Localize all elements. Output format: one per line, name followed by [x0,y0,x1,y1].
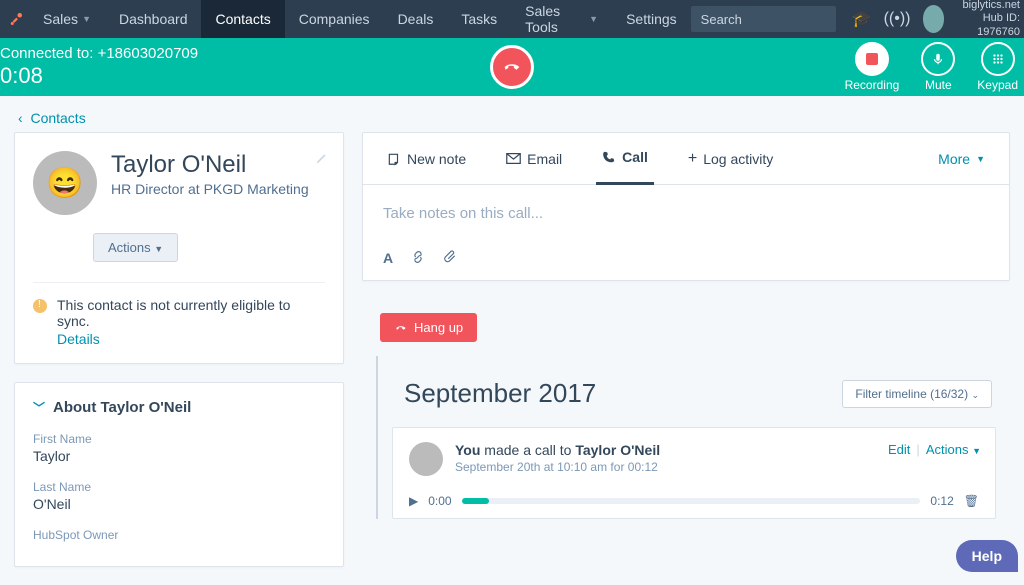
tab-call[interactable]: Call [596,133,654,185]
timeline-entry-meta: September 20th at 10:10 am for 00:12 [455,460,660,474]
filter-timeline-dropdown[interactable]: Filter timeline (16/32) ⌄ [842,380,992,408]
nav-dashboard[interactable]: Dashboard [105,0,202,38]
user-avatar[interactable] [923,5,945,33]
phone-hangup-icon [501,56,523,78]
top-nav: Sales▼ Dashboard Contacts Companies Deal… [0,0,1024,38]
call-notes-textarea[interactable]: Take notes on this call... [363,185,1009,242]
field-label: Last Name [33,480,325,494]
timeline-month-heading: September 2017 [404,378,596,409]
contact-subtitle: HR Director at PKGD Marketing [111,181,309,197]
nav-companies[interactable]: Companies [285,0,384,38]
playback-start: 0:00 [428,494,451,508]
account-menu[interactable]: biglytics.net Hub ID: 1976760 [956,0,1020,39]
contact-summary-card: 😄 Taylor O'Neil HR Director at PKGD Mark… [14,132,344,364]
hubspot-logo[interactable] [6,8,25,30]
tab-new-note[interactable]: New note [381,133,472,185]
chevron-down-icon: ▼ [82,14,91,24]
note-icon [387,152,401,166]
plus-icon: + [688,150,697,168]
play-button[interactable]: ▶ [409,494,418,508]
actor-avatar [409,442,443,476]
field-label: First Name [33,432,325,446]
nav-contacts[interactable]: Contacts [201,0,284,38]
playback-end: 0:12 [930,494,953,508]
chevron-down-icon: ⌄ [971,390,979,400]
chevron-down-icon: ▼ [589,14,598,24]
field-label: HubSpot Owner [33,528,325,542]
call-timer: 0:08 [0,63,198,89]
global-search-input[interactable] [691,6,836,32]
nav-sales-tools[interactable]: Sales Tools▼ [511,0,612,38]
sync-message: This contact is not currently eligible t… [57,297,325,329]
hangup-large-button[interactable] [490,45,534,89]
tabs-more-dropdown[interactable]: More ▼ [932,133,991,185]
playback-scrubber[interactable] [462,498,921,504]
about-card: ﹀ About Taylor O'Neil First Name Taylor … [14,382,344,567]
timeline-actions-dropdown[interactable]: Actions ▼ [926,442,981,457]
edit-contact-icon[interactable] [315,151,329,165]
tab-email[interactable]: Email [500,133,568,185]
nav-sales-dropdown[interactable]: Sales▼ [29,0,105,38]
hang-up-button[interactable]: Hang up [380,313,477,342]
text-format-button[interactable]: A [383,250,393,266]
mute-toggle[interactable]: Mute [921,42,955,92]
chevron-left-icon: ‹ [18,110,23,126]
activity-timeline: September 2017 Filter timeline (16/32) ⌄… [362,356,1010,519]
caret-down-icon: ▼ [972,446,981,456]
broadcast-icon[interactable]: ((•)) [884,10,911,28]
last-name-value[interactable]: O'Neil [33,496,325,512]
connected-label: Connected to: [0,45,93,62]
call-phone-number: +18603020709 [98,45,199,62]
tab-log-activity[interactable]: + Log activity [682,133,779,185]
breadcrumb-back[interactable]: ‹ Contacts [0,96,1024,132]
chevron-down-icon: ﹀ [33,399,45,416]
help-widget[interactable]: Help [956,540,1018,572]
academy-icon[interactable]: 🎓 [852,9,872,29]
timeline-edit-link[interactable]: Edit [888,442,910,457]
keypad-toggle[interactable]: Keypad [977,42,1018,92]
nav-tasks[interactable]: Tasks [447,0,511,38]
phone-hangup-icon [394,321,408,335]
attachment-button[interactable] [443,250,457,266]
activity-editor-card: New note Email Call + Log activity More … [362,132,1010,281]
about-heading-toggle[interactable]: ﹀ About Taylor O'Neil [33,399,325,416]
timeline-call-entry: Edit | Actions ▼ You made a call to Tayl… [392,427,996,519]
caret-down-icon: ▼ [976,154,985,164]
timeline-entry-title: You made a call to Taylor O'Neil [455,442,660,458]
contact-photo[interactable]: 😄 [33,151,97,215]
microphone-icon [931,52,945,66]
warning-icon [33,299,47,313]
recording-toggle[interactable]: Recording [845,42,900,92]
contact-actions-dropdown[interactable]: Actions ▼ [93,233,178,262]
insert-link-button[interactable] [411,250,425,266]
first-name-value[interactable]: Taylor [33,448,325,464]
sync-details-link[interactable]: Details [57,331,325,347]
phone-icon [602,150,616,164]
keypad-icon [991,52,1005,66]
active-call-bar: Connected to: +18603020709 0:08 Recordin… [0,38,1024,96]
stop-icon [866,53,878,65]
email-icon [506,153,521,164]
delete-recording-icon[interactable]: 🗑 [964,494,979,508]
nav-settings[interactable]: Settings [612,0,691,38]
nav-deals[interactable]: Deals [384,0,448,38]
contact-name: Taylor O'Neil [111,151,309,179]
caret-down-icon: ▼ [154,244,163,254]
